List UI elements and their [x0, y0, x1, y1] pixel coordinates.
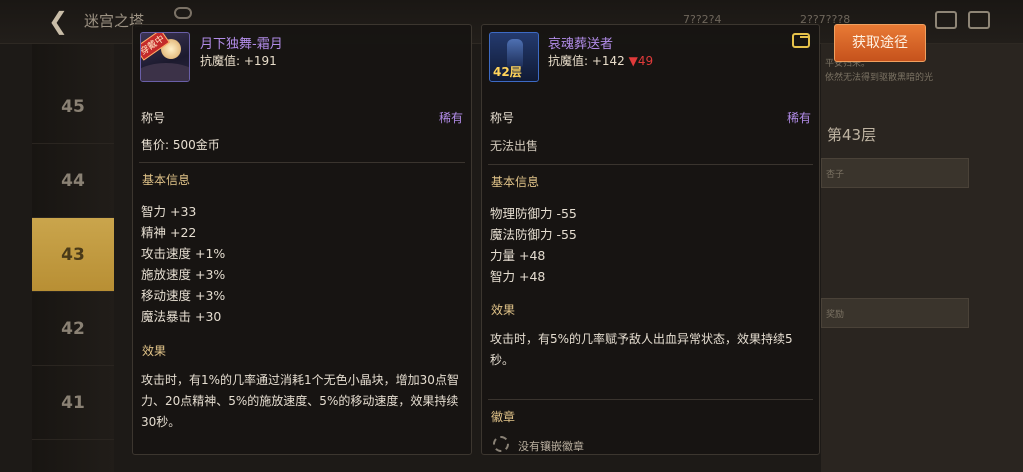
share-icon[interactable]: [792, 33, 810, 48]
item-type: 称号: [490, 111, 515, 125]
compare-title-card: 42层 哀魂葬送者 抗魔值: +142 ▼49 称号 稀有 无法出售 基本信息 …: [481, 24, 820, 455]
floor-41[interactable]: 41: [32, 366, 114, 440]
stat-line: 移动速度 +3%: [141, 288, 226, 303]
floor-title: 第43层: [827, 126, 877, 144]
sell-status: 无法出售: [490, 139, 539, 153]
obtain-method-button[interactable]: 获取途径: [834, 24, 926, 62]
back-arrow-icon[interactable]: ❮: [48, 8, 74, 34]
floor-42[interactable]: 42: [32, 292, 114, 366]
stat-line: 物理防御力 -55: [490, 206, 577, 221]
floor-reward-label: 奖励: [826, 310, 845, 320]
floor-45[interactable]: 45: [32, 70, 114, 144]
item-type: 称号: [141, 111, 166, 125]
resistance-value: 抗魔值: +142: [548, 54, 625, 68]
floor-43[interactable]: 43: [32, 218, 114, 292]
stat-line: 魔法防御力 -55: [490, 227, 577, 242]
basic-info-title: 基本信息: [142, 173, 191, 187]
basic-info-title: 基本信息: [491, 175, 540, 189]
item-resistance: 抗魔值: +191: [200, 54, 277, 68]
stat-line: 智力 +48: [490, 269, 546, 284]
item-name: 哀魂葬送者: [548, 37, 614, 52]
divider: [139, 162, 465, 163]
divider: [488, 164, 813, 165]
effect-title: 效果: [142, 344, 167, 358]
stat-line: 智力 +33: [141, 204, 197, 219]
stat-line: 施放速度 +3%: [141, 267, 226, 282]
hill-shape: [141, 63, 189, 81]
item-resistance: 抗魔值: +142 ▼49: [548, 52, 653, 69]
chat-icon[interactable]: [174, 7, 192, 19]
divider: [488, 399, 813, 400]
floor-detail-panel: 平安归来。 依然无法得到驱散黑暗的光 第43层 杏子 奖励: [821, 44, 1023, 472]
stat-line: 攻击速度 +1%: [141, 246, 226, 261]
resistance-diff: ▼49: [628, 54, 654, 68]
effect-text: 攻击时，有1%的几率通过消耗1个无色小晶块，增加30点智力、20点精神、5%的施…: [141, 373, 459, 429]
item-price: 售价: 500金币: [141, 138, 220, 152]
floor-44[interactable]: 44: [32, 144, 114, 218]
message-icon[interactable]: [968, 11, 990, 29]
stat-line: 精神 +22: [141, 225, 197, 240]
moon-title-icon: 穿戴中: [140, 32, 190, 82]
floor-reward-row[interactable]: 奖励: [821, 298, 969, 328]
mail-icon[interactable]: [935, 11, 957, 29]
effect-title: 效果: [491, 303, 516, 317]
stat-line: 魔法暴击 +30: [141, 309, 222, 324]
item-rarity: 稀有: [438, 111, 463, 125]
emblem-status: 没有镶嵌徽章: [518, 440, 584, 453]
floor-item-row[interactable]: 杏子: [821, 158, 969, 188]
equipped-title-card: 穿戴中 月下独舞-霜月 抗魔值: +191 称号 稀有 售价: 500金币 基本…: [132, 24, 472, 455]
stat-line: 力量 +48: [490, 248, 546, 263]
floor-item-label: 杏子: [826, 170, 845, 180]
item-name: 月下独舞-霜月: [200, 37, 283, 52]
floor-desc-2: 依然无法得到驱散黑暗的光: [825, 73, 934, 83]
icon-floor-label: 42层: [493, 65, 522, 79]
tower-title-icon: 42层: [489, 32, 539, 82]
emblem-title: 徽章: [491, 410, 516, 424]
empty-emblem-icon: [493, 436, 509, 452]
item-rarity: 稀有: [786, 111, 811, 125]
effect-text: 攻击时，有5%的几率赋予敌人出血异常状态，效果持续5秒。: [490, 332, 793, 367]
